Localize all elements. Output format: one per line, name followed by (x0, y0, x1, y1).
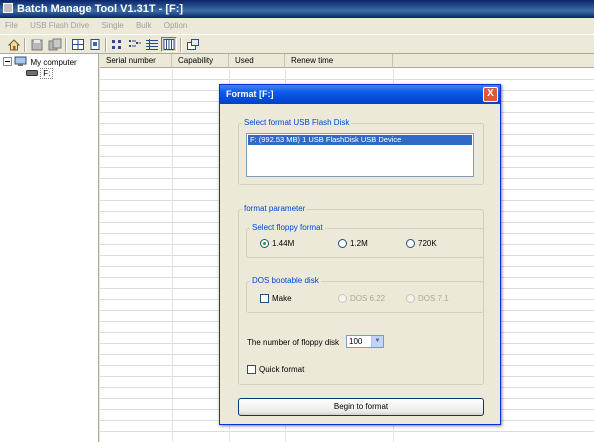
tree-node-drive[interactable]: F: (26, 68, 54, 80)
window-title-bar: Batch Manage Tool V1.31T - [F:] (0, 0, 594, 18)
floppy-count-label: The number of floppy disk (247, 338, 340, 347)
small-icons-view-icon[interactable] (110, 37, 126, 52)
details-view-icon[interactable] (144, 37, 160, 52)
radio-dot (406, 294, 415, 303)
checkbox-label: Quick format (259, 365, 305, 374)
settings-icon[interactable] (185, 37, 201, 52)
toolbar-separator (105, 38, 107, 52)
radio-dos-6-22[interactable]: DOS 6.22 (338, 293, 385, 304)
radio-label: DOS 6.22 (350, 294, 386, 303)
properties-icon[interactable] (87, 37, 103, 52)
disk-bulk-icon[interactable] (47, 37, 63, 52)
toolbar (0, 34, 594, 54)
menu-usb-flash-drive[interactable]: USB Flash Drive (25, 18, 94, 33)
computer-icon (14, 56, 27, 66)
home-icon[interactable] (6, 37, 22, 52)
usb-disk-group-label: Select format USB Flash Disk (242, 118, 352, 128)
floppy-count-select[interactable]: 100 ▼ (346, 335, 384, 348)
begin-format-button[interactable]: Begin to format (238, 398, 484, 416)
radio-dot (338, 294, 347, 303)
make-checkbox[interactable]: Make (260, 293, 292, 304)
quick-format-checkbox[interactable]: Quick format (247, 364, 304, 375)
radio-label: 720K (418, 239, 437, 248)
dialog-title: Format [F:] (220, 85, 500, 104)
menu-bar: File USB Flash Drive Single Bulk Option (0, 18, 594, 33)
checkbox-label: Make (272, 294, 292, 303)
radio-label: 1.2M (350, 239, 368, 248)
report-view-icon[interactable] (161, 37, 177, 52)
column-capability[interactable]: Capability (172, 54, 229, 68)
tree-label-drive: F: (40, 68, 54, 79)
radio-label: DOS 7.1 (418, 294, 449, 303)
tree-label-my-computer: My computer (30, 58, 77, 67)
disk-icon[interactable] (29, 37, 45, 52)
close-icon[interactable]: X (483, 87, 498, 102)
radio-dot (406, 239, 415, 248)
usb-disk-item[interactable]: F: (992.53 MB) 1 USB FlashDisk USB Devic… (248, 135, 472, 145)
usb-disk-listbox[interactable]: F: (992.53 MB) 1 USB FlashDisk USB Devic… (246, 133, 474, 177)
dos-bootable-group-label: DOS bootable disk (250, 276, 321, 286)
radio-dot (338, 239, 347, 248)
chevron-down-icon[interactable]: ▼ (371, 336, 383, 347)
toolbar-separator (180, 38, 182, 52)
floppy-count-value: 100 (349, 337, 363, 346)
checkbox-box (247, 365, 256, 374)
app-icon (3, 3, 13, 13)
column-serial-number[interactable]: Serial number (100, 54, 172, 68)
menu-file[interactable]: File (0, 18, 23, 33)
radio-dot (260, 239, 269, 248)
format-dialog: Format [F:] X Select format USB Flash Di… (219, 84, 501, 425)
radio-dos-7-1[interactable]: DOS 7.1 (406, 293, 449, 304)
radio-720k[interactable]: 720K (406, 238, 437, 249)
large-icons-view-icon[interactable] (70, 37, 86, 52)
column-used[interactable]: Used (229, 54, 285, 68)
checkbox-box (260, 294, 269, 303)
floppy-format-group-label: Select floppy format (250, 223, 325, 233)
menu-bulk[interactable]: Bulk (131, 18, 157, 33)
toolbar-separator (65, 38, 67, 52)
radio-label: 1.44M (272, 239, 295, 248)
toolbar-separator (24, 38, 26, 52)
format-parameter-group-label: format parameter (242, 204, 308, 214)
list-header: Serial number Capability Used Renew time (100, 54, 594, 68)
column-divider (172, 69, 173, 442)
radio-1-44m[interactable]: 1.44M (260, 238, 294, 249)
menu-option[interactable]: Option (159, 18, 193, 33)
window-title: Batch Manage Tool V1.31T - [F:] (17, 3, 184, 15)
list-view-icon[interactable] (127, 37, 143, 52)
collapse-icon[interactable] (3, 57, 12, 66)
column-renew-time[interactable]: Renew time (285, 54, 393, 68)
device-tree: My computer F: (0, 54, 99, 442)
menu-single[interactable]: Single (96, 18, 128, 33)
tree-node-my-computer[interactable]: My computer (3, 56, 77, 68)
usb-drive-icon (26, 70, 38, 76)
radio-1-2m[interactable]: 1.2M (338, 238, 368, 249)
